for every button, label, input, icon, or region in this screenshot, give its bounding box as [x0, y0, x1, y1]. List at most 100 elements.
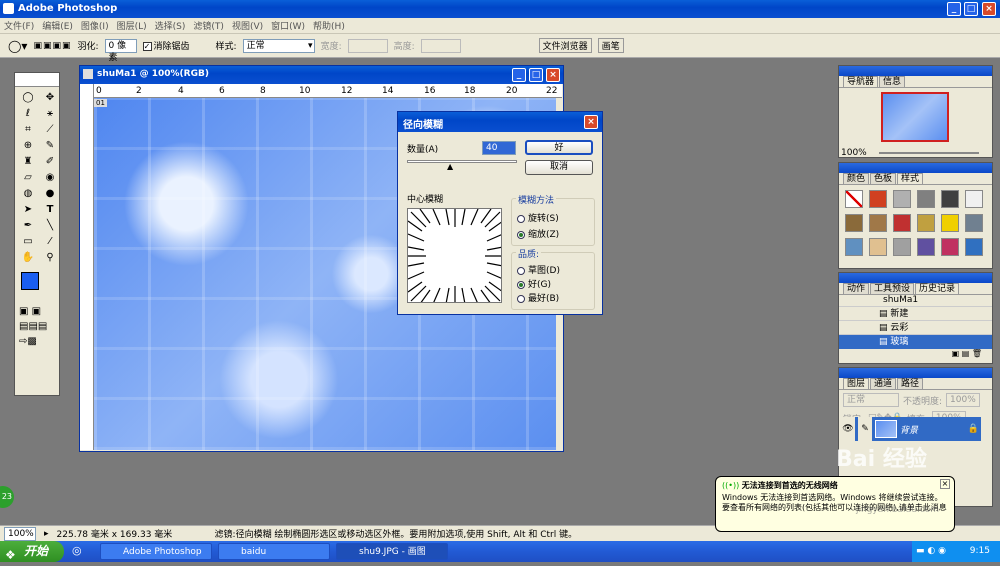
- type-icon[interactable]: T: [41, 202, 59, 217]
- minimize-button[interactable]: _: [947, 2, 961, 16]
- style-swatch[interactable]: [869, 214, 887, 232]
- cancel-button[interactable]: 取消: [525, 160, 593, 175]
- blend-mode-select[interactable]: 正常: [843, 393, 899, 407]
- start-button[interactable]: ❖ 开始: [0, 541, 64, 562]
- spin-radio[interactable]: 旋转(S): [517, 211, 559, 224]
- tab-styles[interactable]: 样式: [897, 173, 924, 184]
- ok-button[interactable]: 好: [525, 140, 593, 155]
- network-notification-balloon[interactable]: ((•)) 无法连接到首选的无线网络 × Windows 无法连接到首选网络。W…: [715, 449, 955, 532]
- style-swatch[interactable]: [869, 190, 887, 208]
- line-icon[interactable]: ╲: [41, 218, 59, 233]
- navigator-zoom-slider[interactable]: [879, 152, 979, 154]
- stamp-icon[interactable]: ♜: [19, 154, 37, 169]
- style-swatch[interactable]: [965, 190, 983, 208]
- color-swatches[interactable]: [15, 268, 59, 304]
- style-select[interactable]: 正常 ▾: [242, 38, 315, 53]
- zoom-radio[interactable]: 缩放(Z): [517, 227, 559, 240]
- jump-to-icon[interactable]: ⇨▩: [15, 334, 59, 349]
- blur-center-preview[interactable]: [407, 208, 502, 303]
- balloon-close-button[interactable]: ×: [940, 479, 950, 489]
- menu-layer[interactable]: 图层(L): [117, 19, 147, 32]
- selection-mode-icons[interactable]: ▣▣▣▣: [33, 41, 71, 51]
- history-item-active[interactable]: ▤ 玻璃: [839, 335, 992, 349]
- magic-wand-icon[interactable]: ⚹: [41, 106, 59, 121]
- eraser-icon[interactable]: ▱: [19, 170, 37, 185]
- style-swatch[interactable]: [941, 214, 959, 232]
- style-swatch[interactable]: [893, 238, 911, 256]
- doc-info-icon[interactable]: ▸: [44, 529, 49, 539]
- layer-row-background[interactable]: 👁 ✎ 背景 🔒: [841, 417, 981, 441]
- style-swatch[interactable]: [845, 214, 863, 232]
- pen-icon[interactable]: ✒: [19, 218, 37, 233]
- zoom-icon[interactable]: ⚲: [41, 250, 59, 265]
- task-paint[interactable]: shu9.JPG - 画图: [336, 543, 448, 560]
- tab-color[interactable]: 颜色: [843, 173, 870, 184]
- style-swatch[interactable]: [869, 238, 887, 256]
- slice-icon[interactable]: ⟋: [41, 122, 59, 137]
- tab-layers[interactable]: 图层: [843, 378, 870, 389]
- crop-icon[interactable]: ⌗: [19, 122, 37, 137]
- menu-help[interactable]: 帮助(H): [313, 19, 345, 32]
- amount-slider-thumb[interactable]: ▲: [447, 162, 453, 171]
- tab-history[interactable]: 历史记录: [915, 283, 960, 294]
- history-snapshot[interactable]: shuMa1: [839, 295, 992, 307]
- history-item[interactable]: ▤ 云彩: [839, 321, 992, 335]
- task-photoshop[interactable]: Adobe Photoshop: [100, 543, 212, 560]
- tab-brushes[interactable]: 画笔: [597, 38, 624, 53]
- menu-window[interactable]: 窗口(W): [271, 19, 305, 32]
- menu-select[interactable]: 选择(S): [155, 19, 186, 32]
- tab-actions[interactable]: 动作: [843, 283, 870, 294]
- eye-icon[interactable]: 👁: [841, 417, 855, 441]
- navigator-thumbnail[interactable]: [881, 92, 949, 142]
- blur-icon[interactable]: ◍: [19, 186, 37, 201]
- style-swatch[interactable]: [893, 214, 911, 232]
- opacity-input[interactable]: 100%: [946, 393, 980, 407]
- history-brush-icon[interactable]: ✐: [41, 154, 59, 169]
- style-swatch[interactable]: [941, 238, 959, 256]
- menu-edit[interactable]: 编辑(E): [42, 19, 73, 32]
- tab-info[interactable]: 信息: [879, 76, 906, 87]
- bucket-icon[interactable]: ◉: [41, 170, 59, 185]
- feather-input[interactable]: 0 像素: [104, 38, 137, 63]
- screen-mode-buttons[interactable]: ▤▤▤: [15, 319, 59, 334]
- menu-file[interactable]: 文件(F): [4, 19, 34, 32]
- style-swatch[interactable]: [941, 190, 959, 208]
- amount-slider-track[interactable]: [407, 160, 517, 163]
- history-item[interactable]: ▤ 新建: [839, 307, 992, 321]
- tab-swatches[interactable]: 色板: [870, 173, 897, 184]
- tray-icons[interactable]: ▬ ◐ ◉: [912, 546, 946, 556]
- foreground-color[interactable]: [21, 272, 39, 290]
- close-button[interactable]: ×: [982, 2, 996, 16]
- mode-buttons[interactable]: ▣ ▣: [15, 304, 59, 319]
- best-radio[interactable]: 最好(B): [517, 291, 559, 304]
- tab-paths[interactable]: 路径: [897, 378, 924, 389]
- doc-minimize-button[interactable]: _: [512, 68, 526, 82]
- path-select-icon[interactable]: ➤: [19, 202, 37, 217]
- tab-tool-presets[interactable]: 工具预设: [870, 283, 915, 294]
- menu-image[interactable]: 图像(I): [81, 19, 109, 32]
- marquee-icon[interactable]: ◯: [19, 90, 37, 105]
- dialog-close-button[interactable]: ×: [584, 115, 598, 129]
- eyedropper-icon[interactable]: ⁄: [41, 234, 59, 249]
- draft-radio[interactable]: 草图(D): [517, 263, 560, 276]
- tab-channels[interactable]: 通道: [870, 378, 897, 389]
- task-baidu[interactable]: baidu: [218, 543, 330, 560]
- style-swatch[interactable]: [917, 214, 935, 232]
- style-swatch[interactable]: [917, 238, 935, 256]
- status-zoom[interactable]: 100%: [4, 526, 36, 541]
- height-input[interactable]: [420, 38, 461, 53]
- marquee-tool-icon[interactable]: ◯▾: [8, 39, 27, 53]
- tab-file-browser[interactable]: 文件浏览器: [538, 38, 592, 53]
- antialias-checkbox[interactable]: ✓ 消除锯齿: [142, 39, 190, 52]
- good-radio[interactable]: 好(G): [517, 277, 551, 290]
- amount-input[interactable]: 40: [482, 141, 516, 155]
- style-swatch[interactable]: [845, 190, 863, 208]
- healing-icon[interactable]: ⊕: [19, 138, 37, 153]
- lasso-icon[interactable]: ℓ: [19, 106, 37, 121]
- quicklaunch-icons[interactable]: ◎: [72, 544, 82, 557]
- style-swatch[interactable]: [917, 190, 935, 208]
- hand-icon[interactable]: ✋: [19, 250, 37, 265]
- dodge-icon[interactable]: ●: [41, 186, 59, 201]
- brush-icon[interactable]: ✎: [41, 138, 59, 153]
- menu-view[interactable]: 视图(V): [232, 19, 263, 32]
